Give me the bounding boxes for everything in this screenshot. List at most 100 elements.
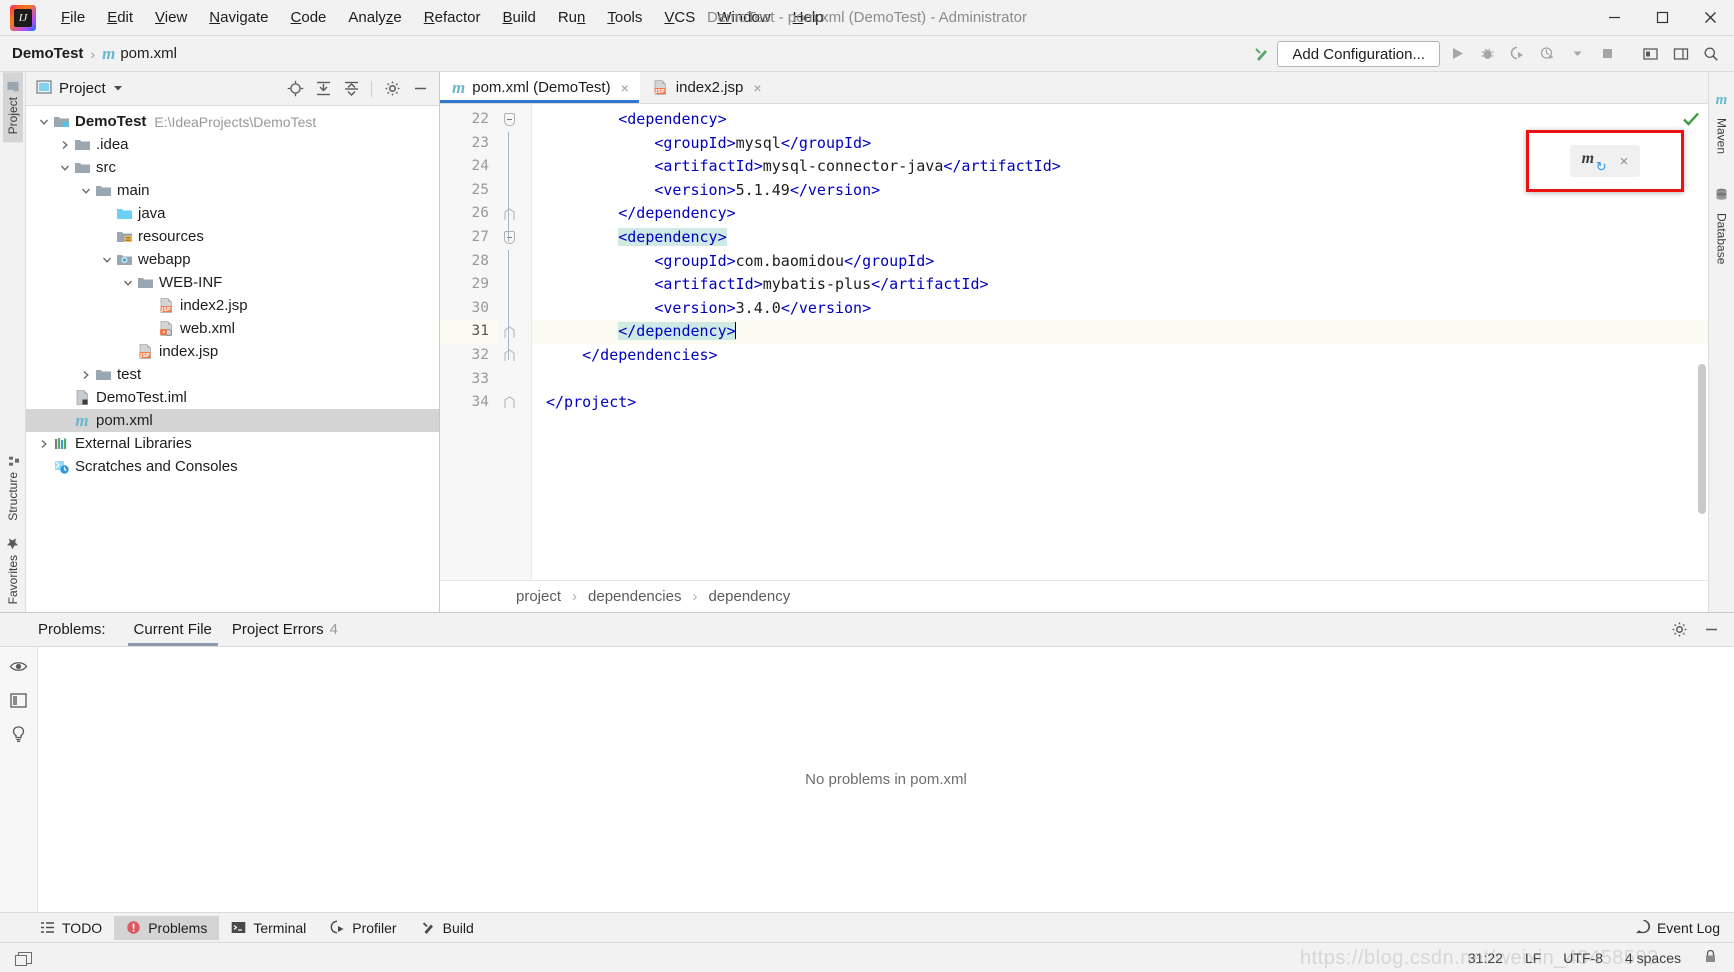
code-line[interactable]: <artifactId>mybatis-plus</artifactId> <box>532 273 1708 297</box>
tree-node-scratches-and-consoles[interactable]: Scratches and Consoles <box>26 455 439 478</box>
search-icon[interactable] <box>1698 41 1724 67</box>
menu-help[interactable]: Help <box>782 5 835 30</box>
line-number[interactable]: 27 <box>440 226 498 250</box>
lock-icon[interactable] <box>1703 949 1718 967</box>
maven-reload-popup[interactable]: m ↻ × <box>1526 130 1684 192</box>
menu-view[interactable]: View <box>144 5 198 30</box>
tree-node-test[interactable]: test <box>26 363 439 386</box>
line-separator[interactable]: LF <box>1525 950 1541 966</box>
expand-all-icon[interactable] <box>312 78 334 100</box>
event-log-label[interactable]: Event Log <box>1657 920 1720 936</box>
maven-reload-icon[interactable]: m ↻ <box>1582 150 1607 174</box>
sidebar-item-structure[interactable]: Structure <box>3 447 23 529</box>
line-number[interactable]: 23 <box>440 132 498 156</box>
line-number[interactable]: 26 <box>440 202 498 226</box>
fold-toggle-icon[interactable] <box>498 226 520 250</box>
stop-button[interactable] <box>1594 41 1620 67</box>
close-button[interactable] <box>1686 0 1734 36</box>
menu-vcs[interactable]: VCS <box>653 5 706 30</box>
tool-window-button-terminal[interactable]: Terminal <box>219 916 318 940</box>
build-hammer-icon[interactable] <box>1251 43 1273 65</box>
debug-button[interactable] <box>1474 41 1500 67</box>
line-number[interactable]: 30 <box>440 297 498 321</box>
chevron-down-icon[interactable] <box>99 252 115 268</box>
editor-tab-pom.xml[interactable]: m pom.xml (DemoTest) × <box>440 72 640 103</box>
menu-file[interactable]: File <box>50 5 96 30</box>
breadcrumb-item-project[interactable]: project <box>516 588 561 605</box>
problems-tab-current-file[interactable]: Current File <box>124 614 222 646</box>
menu-analyze[interactable]: Analyze <box>337 5 412 30</box>
code-line[interactable]: <dependency> <box>532 226 1708 250</box>
tree-node-demotest[interactable]: DemoTest E:\IdeaProjects\DemoTest <box>26 110 439 133</box>
menu-code[interactable]: Code <box>280 5 338 30</box>
collapse-all-icon[interactable] <box>340 78 362 100</box>
memory-indicator-icon[interactable] <box>15 951 32 966</box>
editor-tab-index2.jsp[interactable]: JSP index2.jsp × <box>640 72 773 103</box>
tool-window-button-build[interactable]: Build <box>409 916 486 940</box>
indent-setting[interactable]: 4 spaces <box>1625 950 1681 966</box>
sidebar-item-project[interactable]: Project <box>2 72 23 143</box>
lightbulb-icon[interactable] <box>8 723 30 745</box>
fold-toggle-icon[interactable] <box>498 344 520 368</box>
chevron-down-icon[interactable] <box>78 183 94 199</box>
line-number[interactable]: 32 <box>440 344 498 368</box>
fold-toggle-icon[interactable] <box>498 108 520 132</box>
hide-panel-icon[interactable] <box>409 78 431 100</box>
code-line[interactable]: <dependency> <box>532 108 1708 132</box>
run-with-coverage-button[interactable] <box>1504 41 1530 67</box>
tree-node-web-xml[interactable]: < web.xml <box>26 317 439 340</box>
profile-button[interactable] <box>1534 41 1560 67</box>
line-number[interactable]: 34 <box>440 391 498 415</box>
layout-icon[interactable] <box>1668 41 1694 67</box>
tool-window-button-todo[interactable]: TODO <box>28 916 114 940</box>
chevron-down-icon[interactable] <box>36 114 52 130</box>
menu-edit[interactable]: Edit <box>96 5 144 30</box>
tree-node-src[interactable]: src <box>26 156 439 179</box>
sidebar-item-database[interactable]: Database <box>1712 162 1732 272</box>
tree-node-pom-xml[interactable]: m pom.xml <box>26 409 439 432</box>
line-number[interactable]: 24 <box>440 155 498 179</box>
chevron-right-icon[interactable] <box>36 436 52 452</box>
sidebar-item-maven[interactable]: m Maven <box>1712 78 1732 162</box>
chevron-right-icon[interactable] <box>57 137 73 153</box>
tool-window-button-profiler[interactable]: Profiler <box>318 916 408 940</box>
tool-window-button-problems[interactable]: Problems <box>114 915 220 940</box>
code-line[interactable]: </dependency> <box>532 320 1708 344</box>
line-number[interactable]: 33 <box>440 368 498 392</box>
project-tree[interactable]: DemoTest E:\IdeaProjects\DemoTest .idea src… <box>26 106 439 612</box>
fold-toggle-icon[interactable] <box>498 391 520 415</box>
minimize-button[interactable] <box>1590 0 1638 36</box>
menu-tools[interactable]: Tools <box>596 5 653 30</box>
chevron-down-icon[interactable] <box>113 80 123 97</box>
tree-node-main[interactable]: main <box>26 179 439 202</box>
line-number[interactable]: 22 <box>440 108 498 132</box>
chevron-down-icon[interactable] <box>57 160 73 176</box>
menu-build[interactable]: Build <box>491 5 546 30</box>
project-panel-title[interactable]: Project <box>36 79 123 99</box>
caret-position[interactable]: 31:22 <box>1468 950 1503 966</box>
hide-panel-icon[interactable] <box>1700 619 1722 641</box>
code-line[interactable]: <version>3.4.0</version> <box>532 297 1708 321</box>
menu-run[interactable]: Run <box>547 5 597 30</box>
eye-icon[interactable] <box>8 655 30 677</box>
close-icon[interactable]: × <box>621 80 629 96</box>
chevron-down-icon[interactable] <box>1564 41 1590 67</box>
tree-node-webapp[interactable]: webapp <box>26 248 439 271</box>
close-icon[interactable]: × <box>753 80 761 96</box>
tree-node-web-inf[interactable]: WEB-INF <box>26 271 439 294</box>
maximize-button[interactable] <box>1638 0 1686 36</box>
line-number[interactable]: 25 <box>440 179 498 203</box>
code-line[interactable]: </dependency> <box>532 202 1708 226</box>
code-line[interactable] <box>532 368 1708 392</box>
gear-icon[interactable] <box>381 78 403 100</box>
line-number[interactable]: 28 <box>440 250 498 274</box>
editor-breadcrumbs[interactable]: project › dependencies › dependency <box>440 580 1708 612</box>
menu-window[interactable]: Window <box>706 5 781 30</box>
breadcrumb-item-dependencies[interactable]: dependencies <box>588 588 681 605</box>
file-encoding[interactable]: UTF-8 <box>1563 950 1603 966</box>
close-icon[interactable]: × <box>1620 153 1629 170</box>
menu-navigate[interactable]: Navigate <box>198 5 279 30</box>
maven-reload-inner[interactable]: m ↻ × <box>1569 145 1641 177</box>
code-line[interactable]: <groupId>com.baomidou</groupId> <box>532 250 1708 274</box>
editor-viewport[interactable]: 22 23 24 25 26 27 28 29 30 31 32 33 34 <dependency> … <box>440 104 1708 580</box>
